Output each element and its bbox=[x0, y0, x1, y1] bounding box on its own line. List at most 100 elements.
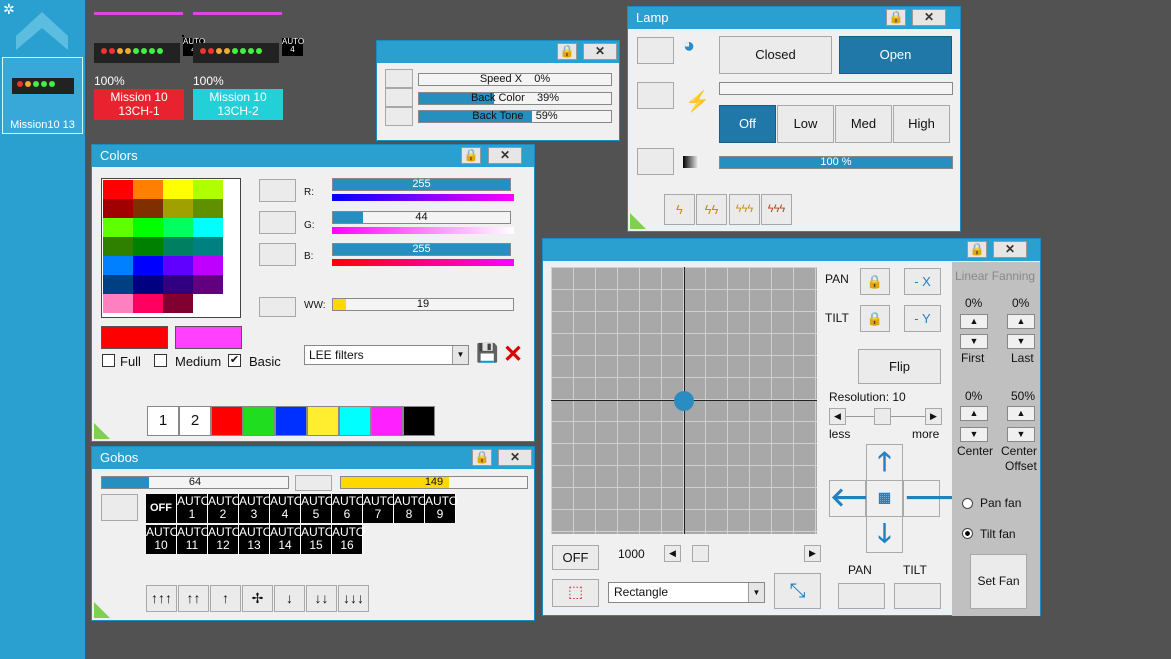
palette-color[interactable] bbox=[163, 218, 193, 237]
tilt-fan-radio[interactable] bbox=[962, 528, 973, 539]
down-arrow-button[interactable]: 🡓 bbox=[866, 516, 903, 553]
palette-color[interactable] bbox=[133, 180, 163, 199]
gobo-cell[interactable]: AUTO 9 bbox=[425, 494, 458, 523]
level-low-button[interactable]: Low bbox=[777, 105, 834, 143]
palette-color[interactable] bbox=[193, 218, 223, 237]
palette-color[interactable] bbox=[163, 275, 193, 294]
palette-color[interactable] bbox=[103, 218, 133, 237]
last-down[interactable]: ▼ bbox=[1007, 334, 1035, 349]
offset-up[interactable]: ▲ bbox=[1007, 406, 1035, 421]
lock-icon[interactable]: 🔒 bbox=[886, 9, 906, 26]
strobe-3-button[interactable]: ϟϟϟ bbox=[729, 194, 760, 225]
first-down[interactable]: ▼ bbox=[960, 334, 988, 349]
color-swatch[interactable] bbox=[275, 406, 307, 436]
close-button[interactable]: ✕ bbox=[993, 241, 1027, 258]
gobo-cell[interactable]: AUTO 11 bbox=[177, 525, 210, 554]
color-swatch[interactable] bbox=[307, 406, 339, 436]
rotate-fast-up-button[interactable]: ↑↑↑ bbox=[146, 585, 177, 612]
palette-color[interactable] bbox=[193, 237, 223, 256]
device-2[interactable]: 100% Mission 10 13CH-2 bbox=[193, 12, 283, 120]
palette-color[interactable] bbox=[193, 256, 223, 275]
palette-color[interactable] bbox=[103, 199, 133, 218]
dimmer-slider[interactable]: 100 % bbox=[719, 156, 953, 169]
palette-color[interactable] bbox=[163, 199, 193, 218]
palette-color[interactable] bbox=[103, 275, 133, 294]
set-fan-button[interactable]: Set Fan bbox=[970, 554, 1027, 609]
palette-color[interactable] bbox=[133, 275, 163, 294]
gobo-cell[interactable]: AUTO 15 bbox=[301, 525, 334, 554]
color-swatch[interactable] bbox=[243, 406, 275, 436]
back-color-button[interactable] bbox=[385, 88, 413, 107]
green-button[interactable] bbox=[259, 211, 296, 234]
center-down[interactable]: ▼ bbox=[960, 427, 988, 442]
apply-shape-button[interactable]: ⤡ bbox=[774, 573, 821, 609]
back-tone-slider[interactable]: Back Tone 59% bbox=[418, 110, 612, 123]
color-swatch[interactable] bbox=[211, 406, 243, 436]
gobo-cell[interactable]: AUTO 14 bbox=[270, 525, 303, 554]
gobo-cell[interactable]: AUTO 8 bbox=[394, 494, 427, 523]
device-1[interactable]: 100% Mission 10 13CH-1 bbox=[94, 12, 184, 120]
tilt-lock-button[interactable]: 🔒 bbox=[860, 305, 890, 332]
gobo-cell[interactable]: AUTO 4 bbox=[270, 494, 303, 523]
palette-color[interactable] bbox=[163, 256, 193, 275]
speed-slider[interactable]: ◀ ▶ bbox=[664, 545, 822, 563]
palette-color[interactable] bbox=[193, 180, 223, 199]
pan-value-button[interactable] bbox=[838, 583, 885, 609]
back-color-slider[interactable]: Back Color 39% bbox=[418, 92, 612, 105]
blue-slider[interactable]: 255 bbox=[332, 243, 511, 256]
right-arrow-button[interactable]: 🡒 bbox=[903, 480, 974, 517]
offset-down[interactable]: ▼ bbox=[1007, 427, 1035, 442]
rotate-up-button[interactable]: ↑↑ bbox=[178, 585, 209, 612]
flip-button[interactable]: Flip bbox=[858, 349, 941, 384]
speed-x-slider[interactable]: Speed X 0% bbox=[418, 73, 612, 86]
center-up[interactable]: ▲ bbox=[960, 406, 988, 421]
palette-color[interactable] bbox=[193, 294, 223, 313]
gobo-off[interactable]: OFF bbox=[146, 494, 177, 523]
palette-color[interactable] bbox=[193, 275, 223, 294]
invert-x-button[interactable]: - X bbox=[904, 268, 941, 295]
first-up[interactable]: ▲ bbox=[960, 314, 988, 329]
rotate-slow-down-button[interactable]: ↓ bbox=[274, 585, 305, 612]
gobo-slider-1[interactable]: 64 bbox=[101, 476, 289, 489]
gobo-select-button[interactable] bbox=[101, 494, 138, 521]
rotate-down-button[interactable]: ↓↓ bbox=[306, 585, 337, 612]
medium-checkbox[interactable] bbox=[154, 354, 167, 367]
tilt-value-button[interactable] bbox=[894, 583, 941, 609]
palette-color[interactable] bbox=[133, 256, 163, 275]
gobo-cell[interactable]: AUTO 6 bbox=[332, 494, 365, 523]
red-button[interactable] bbox=[259, 179, 296, 202]
palette-color[interactable] bbox=[103, 256, 133, 275]
color-swatch[interactable] bbox=[403, 406, 435, 436]
green-slider[interactable]: 44 bbox=[332, 211, 511, 224]
gobo-cell[interactable]: AUTO 16 bbox=[332, 525, 365, 554]
level-med-button[interactable]: Med bbox=[835, 105, 892, 143]
lock-icon[interactable]: 🔒 bbox=[461, 147, 481, 164]
rotate-stop-button[interactable]: ✢ bbox=[242, 585, 273, 612]
palette-color[interactable] bbox=[163, 180, 193, 199]
gobo-cell[interactable]: AUTO 1 bbox=[177, 494, 210, 523]
palette-color[interactable] bbox=[133, 237, 163, 256]
swatch-slot-2[interactable]: 2 bbox=[179, 406, 211, 436]
gobo-cell[interactable]: AUTO 12 bbox=[208, 525, 241, 554]
palette-color[interactable] bbox=[133, 294, 163, 313]
up-arrow-icon[interactable] bbox=[16, 10, 68, 50]
speed-x-button[interactable] bbox=[385, 69, 413, 88]
last-up[interactable]: ▲ bbox=[1007, 314, 1035, 329]
center-button[interactable]: ▦ bbox=[866, 480, 903, 517]
palette-color[interactable] bbox=[103, 180, 133, 199]
strobe-button[interactable] bbox=[637, 82, 674, 109]
palette-color[interactable] bbox=[133, 199, 163, 218]
gobo-cell[interactable]: AUTO 7 bbox=[363, 494, 396, 523]
swatch-slot-1[interactable]: 1 bbox=[147, 406, 179, 436]
closed-button[interactable]: Closed bbox=[719, 36, 832, 74]
open-button[interactable]: Open bbox=[839, 36, 952, 74]
strobe-2-button[interactable]: ϟϟ bbox=[696, 194, 727, 225]
ww-slider[interactable]: 19 bbox=[332, 298, 514, 311]
filter-select[interactable]: LEE filters ▼ bbox=[304, 345, 469, 365]
gobo-cell[interactable]: AUTO 2 bbox=[208, 494, 241, 523]
pan-lock-button[interactable]: 🔒 bbox=[860, 268, 890, 295]
save-icon[interactable]: 💾 bbox=[476, 343, 498, 364]
invert-y-button[interactable]: - Y bbox=[904, 305, 941, 332]
blue-button[interactable] bbox=[259, 243, 296, 266]
basic-checkbox[interactable]: ✔ bbox=[228, 354, 241, 367]
